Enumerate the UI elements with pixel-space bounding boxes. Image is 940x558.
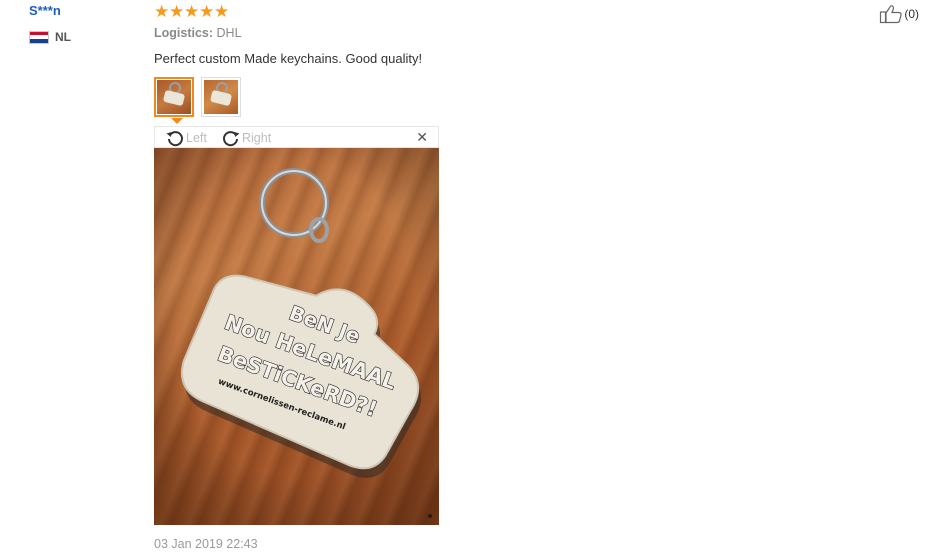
star-icon: ★ <box>184 2 200 21</box>
rotate-right-icon <box>223 131 240 147</box>
star-icon: ★ <box>214 2 230 21</box>
image-viewer-toolbar: Left Right ✕ <box>154 126 439 148</box>
rotate-right-label: Right <box>242 131 272 145</box>
helpful-button[interactable]: (0) <box>879 4 919 24</box>
selected-thumbnail-pointer <box>171 118 183 124</box>
review-date: 03 Jan 2019 22:43 <box>154 537 258 551</box>
review-thumbnails <box>154 77 248 117</box>
reviewer-country: NL <box>29 30 71 44</box>
review-photo-large: BeN Je Nou HeLeMAAL BeSTiCKeRD?! www.cor… <box>154 148 439 525</box>
country-code: NL <box>55 30 71 44</box>
review-text: Perfect custom Made keychains. Good qual… <box>154 51 423 66</box>
star-rating: ★ ★ ★ ★ ★ <box>154 3 229 20</box>
helpful-count: (0) <box>904 7 919 21</box>
keychain-photo: BeN Je Nou HeLeMAAL BeSTiCKeRD?! www.cor… <box>154 148 439 525</box>
star-icon: ★ <box>169 2 185 21</box>
rotate-right-button[interactable]: Right <box>221 128 271 148</box>
thumbnail-image <box>157 80 191 114</box>
logistics-info: Logistics: DHL <box>154 26 242 40</box>
rotate-left-button[interactable]: Left <box>165 128 207 148</box>
star-icon: ★ <box>199 2 215 21</box>
star-icon: ★ <box>154 2 170 21</box>
rotate-left-icon <box>166 131 183 147</box>
review-thumbnail-1[interactable] <box>154 77 194 117</box>
rotate-left-label: Left <box>186 131 207 145</box>
review-thumbnail-2[interactable] <box>201 77 241 117</box>
close-icon[interactable]: ✕ <box>416 129 428 146</box>
netherlands-flag-icon <box>29 30 49 44</box>
logistics-value: DHL <box>216 26 242 40</box>
reviewer-name[interactable]: S***n <box>29 3 71 19</box>
thumbnail-image <box>204 80 238 114</box>
thumbs-up-icon <box>880 5 903 24</box>
reviewer-info: S***n NL <box>29 3 71 44</box>
logistics-label: Logistics: <box>154 26 214 40</box>
